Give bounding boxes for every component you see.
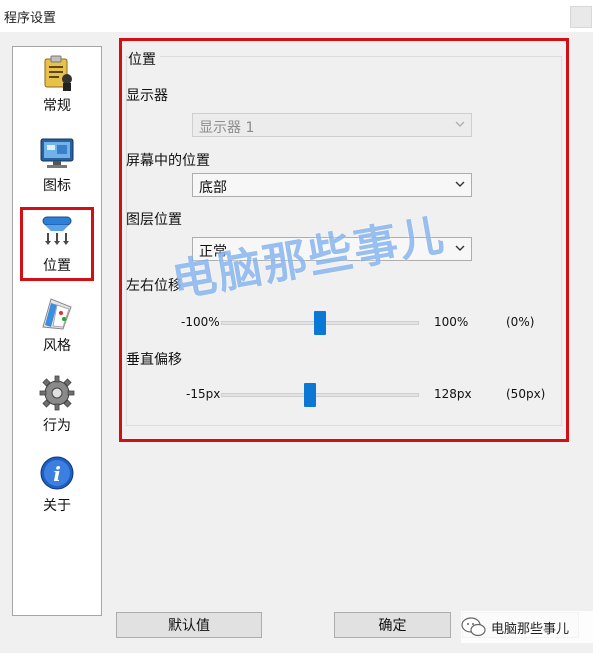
svg-text:i: i [53,462,61,486]
vertical-offset-track[interactable] [221,393,419,397]
screen-position-select-value: 底部 [199,180,227,196]
chevron-down-icon [455,181,465,187]
vertical-offset-max: 128px [434,387,472,401]
display-label: 显示器 [126,88,168,104]
horizontal-offset-slider-row: -100% 100% (0%) [122,308,566,338]
sidebar-item-style[interactable]: 风格 [13,289,101,367]
info-icon: i [40,456,74,490]
sidebar-item-position[interactable]: 位置 [13,209,101,287]
screen-position-select[interactable]: 底部 [192,173,472,197]
sidebar-item-general[interactable]: 常规 [13,49,101,127]
sidebar-item-label: 风格 [43,338,71,354]
watermark-badge: 电脑那些事儿 [461,611,593,643]
chat-bubbles-icon [461,617,486,637]
sidebar: 常规 图标 位置 风格 行为 i 关于 [12,46,102,616]
defaults-button[interactable]: 默认值 [116,612,262,638]
sidebar-item-label: 常规 [43,98,71,114]
vertical-offset-label: 垂直偏移 [126,352,182,368]
title-bar: 程序设置 [0,0,593,32]
layer-position-label: 图层位置 [126,212,182,228]
watermark-badge-text: 电脑那些事儿 [491,621,570,637]
close-button[interactable] [570,6,592,28]
vertical-offset-min: -15px [186,387,221,401]
vertical-offset-thumb[interactable] [304,383,317,407]
sidebar-item-label: 图标 [43,178,71,194]
sidebar-item-label: 位置 [43,258,71,274]
style-icon [42,298,72,330]
horizontal-offset-min: -100% [181,315,220,329]
sidebar-item-icons[interactable]: 图标 [13,129,101,207]
window-title: 程序设置 [4,11,57,26]
screen-position-label: 屏幕中的位置 [126,153,210,169]
vertical-offset-current: (50px) [506,387,546,401]
display-select-value: 显示器 1 [199,120,255,136]
sidebar-item-about[interactable]: i 关于 [13,449,101,527]
chevron-down-icon [455,121,465,127]
vertical-offset-slider-row: -15px 128px (50px) [122,380,566,410]
horizontal-offset-current: (0%) [506,315,535,329]
clipboard-icon [44,55,72,91]
display-select: 显示器 1 [192,113,472,137]
ok-button[interactable]: 确定 [334,612,451,638]
sidebar-item-behavior[interactable]: 行为 [13,369,101,447]
group-title: 位置 [128,49,160,69]
dialog-client-area: 常规 图标 位置 风格 行为 i 关于 位置 显示器 显示器 1 屏幕中的位置 … [0,32,593,653]
chevron-down-icon [455,245,465,251]
sidebar-item-label: 行为 [43,418,71,434]
monitor-icon [40,138,74,168]
gear-icon [39,375,75,411]
horizontal-offset-thumb[interactable] [314,311,326,335]
horizontal-offset-max: 100% [434,315,469,329]
sidebar-item-label: 关于 [43,498,71,514]
dock-position-icon [42,216,72,245]
